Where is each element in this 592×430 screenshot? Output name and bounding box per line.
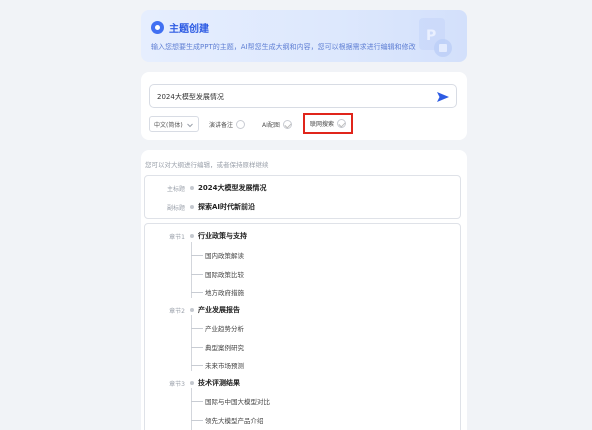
tree-branch: [191, 365, 203, 366]
chapter-label: 章节3: [169, 380, 185, 388]
section-item-text[interactable]: 领先大模型产品介绍: [205, 415, 264, 425]
web-search-checkbox[interactable]: [337, 119, 346, 128]
section-item[interactable]: 国际政策比较: [205, 267, 244, 281]
topic-input[interactable]: 2024大模型发展情况: [149, 84, 457, 108]
subtitle-row[interactable]: 副标题 探索AI时代新前沿: [145, 200, 255, 214]
chapter-title[interactable]: 产业发展报告: [198, 305, 240, 315]
tree-node-dot: [190, 308, 194, 312]
outline-panel: 您可以对大纲进行编辑，或者保持原样继续 主标题 2024大模型发展情况 副标题 …: [141, 150, 467, 430]
app-logo-icon: [151, 21, 164, 34]
topic-input-card: 2024大模型发展情况 中文(简体) 演讲备注 AI配图 联网搜索: [141, 72, 467, 140]
language-select[interactable]: 中文(简体): [149, 116, 199, 132]
ppt-illustration-icon: P: [419, 18, 452, 57]
tree-node-dot: [190, 381, 194, 385]
send-icon[interactable]: [436, 90, 450, 104]
speaker-notes-toggle[interactable]: [236, 119, 246, 129]
section-item[interactable]: 未来市场预测: [205, 358, 244, 372]
section-item-text[interactable]: 地方政府措施: [205, 287, 244, 297]
chapter-row[interactable]: 章节2 产业发展报告: [145, 303, 240, 317]
topic-creation-banner: 主题创建 输入您想要生成PPT的主题，AI帮您生成大纲和内容，您可以根据需求进行…: [141, 10, 467, 62]
tree-connector: [191, 242, 192, 298]
tree-branch: [191, 328, 203, 329]
main-title-text[interactable]: 2024大模型发展情况: [198, 183, 266, 193]
web-search-option[interactable]: 联网搜索: [303, 113, 353, 134]
main-title-label: 主标题: [166, 185, 185, 193]
section-item[interactable]: 国际与中国大模型对比: [205, 394, 270, 408]
section-item-text[interactable]: 产业趋势分析: [205, 323, 244, 333]
language-select-value: 中文(简体): [154, 121, 183, 129]
tree-node-dot: [190, 205, 194, 209]
chapter-label: 章节2: [169, 307, 185, 315]
options-row: 中文(简体) 演讲备注 AI配图 联网搜索: [149, 113, 449, 134]
tree-connector: [191, 388, 192, 430]
tree-branch: [191, 274, 203, 275]
section-item[interactable]: 地方政府措施: [205, 285, 244, 299]
ai-image-checkbox[interactable]: [282, 119, 292, 129]
chapter-row[interactable]: 章节3 技术评测结果: [145, 376, 240, 390]
section-item-text[interactable]: 未来市场预测: [205, 360, 244, 370]
section-item-text[interactable]: 国际政策比较: [205, 269, 244, 279]
section-item[interactable]: 国内政策解读: [205, 248, 244, 262]
ai-image-option[interactable]: AI配图: [262, 116, 292, 132]
banner-title: 主题创建: [169, 24, 209, 35]
section-item-text[interactable]: 国内政策解读: [205, 250, 244, 260]
tree-branch: [191, 255, 203, 256]
tree-node-dot: [190, 186, 194, 190]
tree-connector: [191, 315, 192, 371]
speaker-notes-label: 演讲备注: [209, 121, 234, 129]
svg-text:P: P: [426, 28, 436, 44]
section-item[interactable]: 典型案例研究: [205, 340, 244, 354]
chapter-row[interactable]: 章节1 行业政策与支持: [145, 229, 247, 243]
subtitle-label: 副标题: [166, 204, 185, 212]
tree-branch: [191, 292, 203, 293]
outline-hint: 您可以对大纲进行编辑，或者保持原样继续: [145, 161, 269, 169]
section-item-text[interactable]: 国际与中国大模型对比: [205, 396, 270, 406]
speaker-notes-option[interactable]: 演讲备注: [209, 116, 246, 132]
tree-branch: [191, 401, 203, 402]
section-item[interactable]: 产业趋势分析: [205, 321, 244, 335]
subtitle-text[interactable]: 探索AI时代新前沿: [198, 202, 255, 212]
topic-input-value[interactable]: 2024大模型发展情况: [157, 92, 224, 102]
title-section: 主标题 2024大模型发展情况 副标题 探索AI时代新前沿: [144, 175, 461, 219]
tree-node-dot: [190, 234, 194, 238]
chevron-down-icon: [187, 123, 193, 128]
section-item[interactable]: 领先大模型产品介绍: [205, 413, 264, 427]
tree-branch: [191, 347, 203, 348]
banner-description: 输入您想要生成PPT的主题，AI帮您生成大纲和内容，您可以根据需求进行编辑和修改: [151, 43, 416, 51]
main-title-row[interactable]: 主标题 2024大模型发展情况: [145, 181, 267, 195]
ai-image-label: AI配图: [262, 121, 280, 129]
section-item-text[interactable]: 典型案例研究: [205, 342, 244, 352]
tree-branch: [191, 420, 203, 421]
web-search-label: 联网搜索: [309, 121, 334, 128]
chapter-title[interactable]: 技术评测结果: [198, 378, 240, 388]
chapter-title[interactable]: 行业政策与支持: [198, 231, 247, 241]
chapter-label: 章节1: [169, 233, 185, 241]
chapters-section: 章节1 行业政策与支持 国内政策解读 国际政策比较 地方政府措施 章节2 产业发…: [144, 223, 461, 430]
